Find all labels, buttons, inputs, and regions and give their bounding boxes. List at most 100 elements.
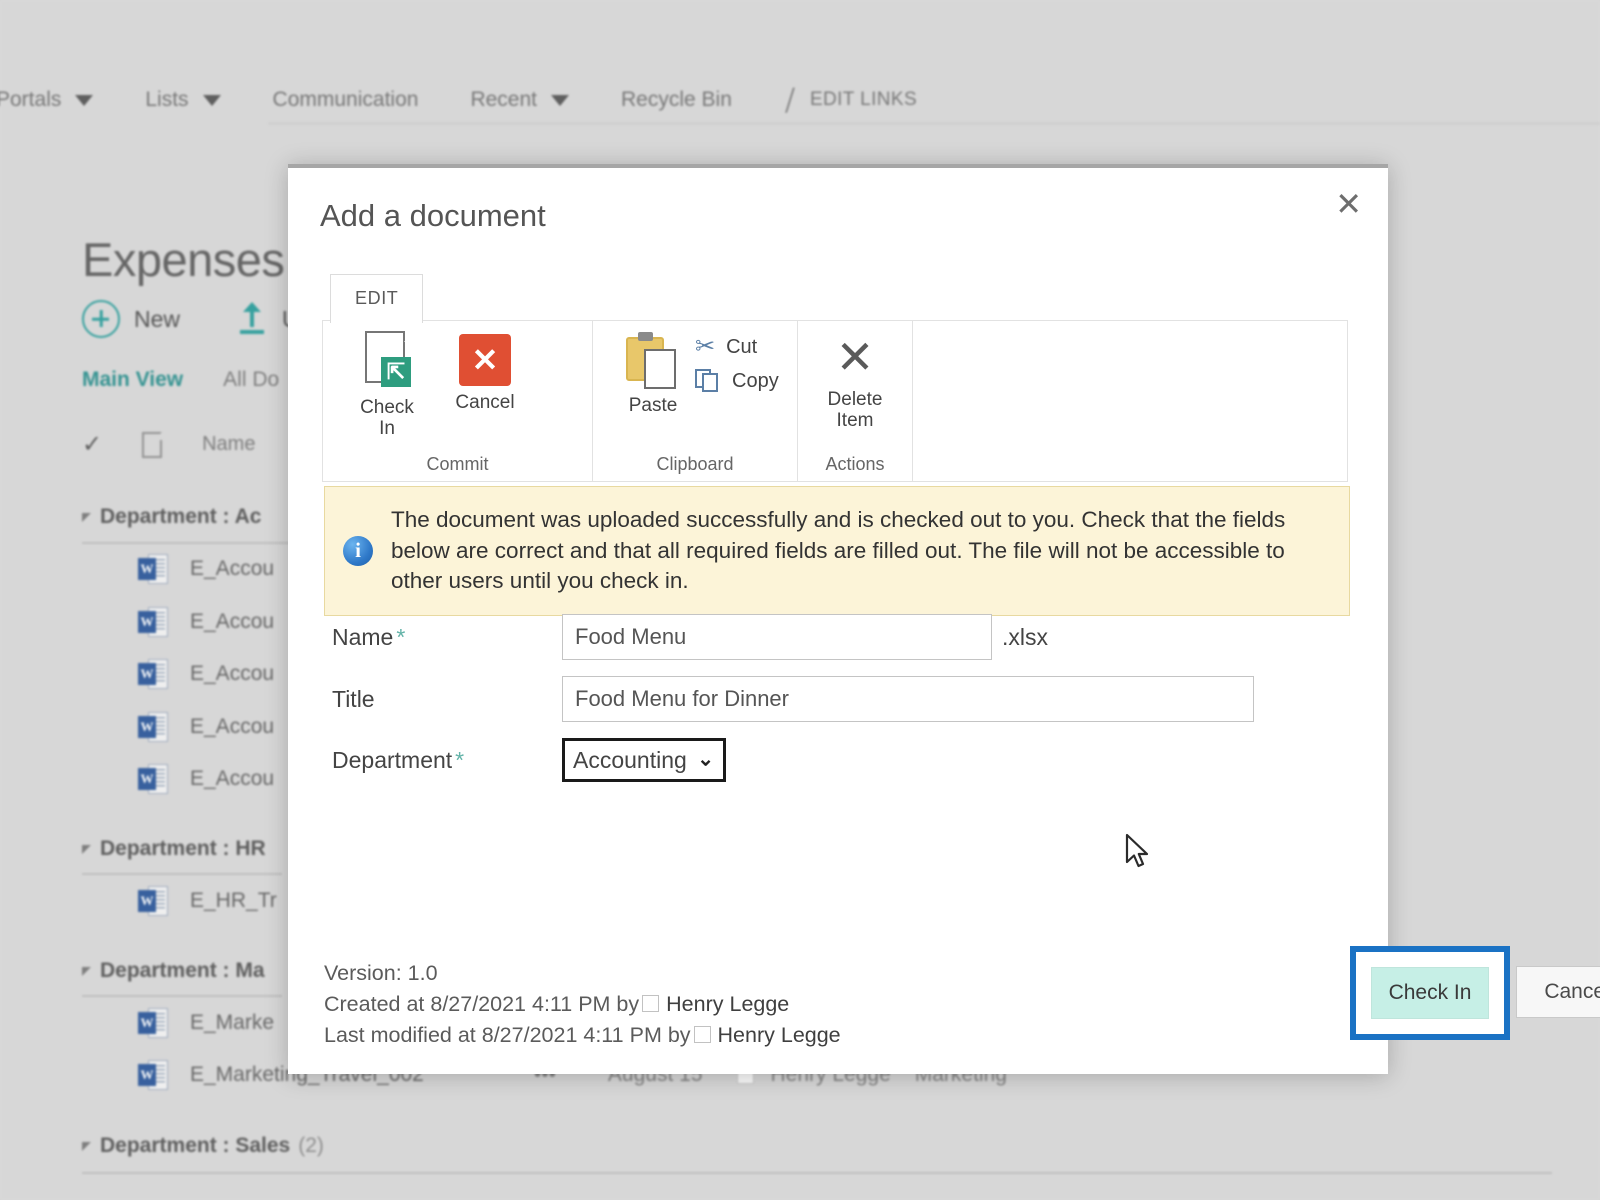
view-tab-all-documents[interactable]: All Do	[223, 368, 279, 392]
group-header-sales[interactable]: Department : Sales (2)	[82, 1134, 324, 1158]
ribbon-button-label: Cancel	[455, 392, 515, 413]
field-label-department: Department *	[332, 746, 465, 773]
ribbon-button-delete-item[interactable]: ✕ Delete Item	[808, 331, 902, 431]
group-divider	[82, 1172, 1552, 1174]
copy-icon	[695, 369, 721, 393]
word-document-icon: W	[138, 1006, 168, 1040]
ribbon-button-label: Check In	[360, 397, 414, 439]
group-header-marketing[interactable]: Department : Ma	[82, 959, 265, 983]
nav-item-label: EDIT LINKS	[809, 89, 918, 110]
list-item[interactable]: W E_HR_Tr	[138, 884, 277, 918]
metadata-created-user[interactable]: Henry Legge	[666, 992, 789, 1016]
check-in-button-focus-ring: Check In	[1350, 946, 1510, 1040]
upload-icon	[236, 302, 268, 336]
list-item[interactable]: W E_Accou	[138, 762, 274, 796]
plus-circle-icon	[82, 300, 120, 338]
list-item-name: E_Accou	[190, 767, 275, 790]
list-item-name: E_Accou	[190, 715, 275, 738]
ribbon-group-clipboard: Paste ✂ Cut Copy Clipboard	[593, 321, 798, 481]
title-input[interactable]	[562, 676, 1254, 722]
checkmark-icon[interactable]: ✓	[82, 430, 102, 459]
chevron-down-icon[interactable]	[202, 94, 221, 106]
ribbon-button-label: Paste	[628, 395, 678, 416]
command-bar: New U	[82, 300, 299, 338]
word-document-icon: W	[138, 710, 168, 744]
delete-x-icon: ✕	[835, 331, 875, 383]
nav-item-communication[interactable]: Communication	[247, 88, 445, 112]
chevron-down-icon[interactable]	[75, 94, 94, 106]
ribbon-group-commit: ⇱ Check In ✕ Cancel Commit	[323, 321, 593, 481]
department-select-wrapper: AccountingHRMarketingSales ⌄	[562, 738, 726, 782]
cancel-button[interactable]: Cancel	[1516, 966, 1600, 1018]
ribbon-button-label: Delete Item	[827, 389, 883, 431]
ribbon-tab-strip: EDIT	[330, 274, 424, 323]
column-header-name[interactable]: Name	[202, 433, 255, 456]
scissors-icon: ✂	[695, 333, 716, 360]
ribbon-button-check-in[interactable]: ⇱ Check In	[341, 329, 433, 439]
word-document-icon: W	[138, 605, 168, 639]
list-item-name: E_HR_Tr	[190, 889, 277, 912]
info-icon: i	[343, 535, 373, 566]
group-header-accounting[interactable]: Department : Ac	[82, 505, 261, 529]
nav-item-label: Lists	[145, 88, 189, 111]
group-header-count: (2)	[298, 1134, 324, 1157]
metadata-modified-user[interactable]: Henry Legge	[718, 1023, 841, 1047]
nav-item-edit-links[interactable]: ╱ EDIT LINKS	[758, 88, 943, 113]
field-row-title: Title	[332, 676, 1332, 722]
field-row-department: Department* AccountingHRMarketingSales ⌄	[332, 738, 1332, 782]
word-document-icon: W	[138, 1058, 168, 1092]
ribbon-button-paste[interactable]: Paste	[611, 329, 695, 417]
list-item[interactable]: W E_Marke	[138, 1006, 274, 1040]
list-item-name: E_Accou	[190, 557, 275, 580]
nav-item-label: Recycle Bin	[621, 88, 732, 111]
nav-item-recent[interactable]: Recent	[444, 88, 595, 112]
list-column-headers: ✓ Name	[82, 430, 255, 459]
nav-item-portals[interactable]: Portals	[0, 88, 119, 112]
ribbon-button-cut[interactable]: ✂ Cut	[695, 335, 779, 359]
tab-edit[interactable]: EDIT	[330, 274, 424, 323]
group-header-hr[interactable]: Department : HR	[82, 837, 266, 861]
user-avatar	[693, 1026, 711, 1044]
nav-item-recycle-bin[interactable]: Recycle Bin	[595, 88, 758, 112]
ribbon-button-cancel[interactable]: ✕ Cancel	[439, 331, 531, 414]
ribbon-button-label: Copy	[732, 369, 779, 392]
group-header-prefix: Department :	[100, 959, 236, 982]
list-item-name: E_Accou	[190, 662, 275, 685]
paste-icon	[624, 329, 684, 389]
field-label-title: Title	[332, 685, 375, 712]
collapse-triangle-icon[interactable]	[82, 844, 91, 854]
add-document-dialog: Add a document ✕ EDIT ⇱ Check In ✕ Cancel	[288, 164, 1600, 1074]
list-item[interactable]: W E_Accou	[138, 710, 274, 744]
view-tab-main-view[interactable]: Main View	[82, 368, 183, 392]
nav-item-label: Communication	[272, 88, 419, 111]
group-header-value: Sales	[235, 1134, 291, 1157]
top-navigation-bar: Portals Lists Communication Recent Recyc…	[0, 78, 1600, 122]
metadata-created-prefix: Created at 8/27/2021 4:11 PM by	[324, 992, 640, 1017]
group-header-value: Ac	[234, 505, 262, 528]
ribbon-group-label: Actions	[825, 454, 885, 474]
collapse-triangle-icon[interactable]	[82, 1141, 91, 1151]
name-input[interactable]	[562, 614, 992, 660]
department-select[interactable]: AccountingHRMarketingSales	[562, 738, 726, 782]
info-banner-text: The document was uploaded successfully a…	[391, 507, 1286, 594]
close-icon[interactable]: ✕	[1335, 188, 1362, 220]
list-item[interactable]: W E_Accou	[138, 657, 274, 691]
dialog-title: Add a document	[320, 198, 546, 233]
ribbon-button-copy[interactable]: Copy	[695, 369, 779, 393]
collapse-triangle-icon[interactable]	[82, 512, 91, 522]
cancel-x-icon: ✕	[459, 334, 511, 386]
list-item[interactable]: W E_Accou	[138, 605, 274, 639]
list-item[interactable]: W E_Accou	[138, 552, 274, 586]
chevron-down-icon[interactable]	[551, 94, 569, 106]
nav-item-lists[interactable]: Lists	[119, 88, 246, 112]
check-in-button[interactable]: Check In	[1371, 967, 1489, 1019]
pencil-icon: ╱	[782, 88, 798, 113]
nav-item-label: Portals	[0, 88, 62, 111]
field-row-name: Name* .xlsx	[332, 614, 1332, 660]
ribbon-group-actions: ✕ Delete Item Actions	[798, 321, 913, 481]
word-document-icon: W	[138, 552, 168, 586]
new-button[interactable]: New	[82, 300, 180, 338]
document-icon[interactable]	[142, 431, 163, 458]
metadata-modified: Last modified at 8/27/2021 4:11 PM by Hen…	[324, 1020, 841, 1051]
collapse-triangle-icon[interactable]	[82, 966, 91, 976]
